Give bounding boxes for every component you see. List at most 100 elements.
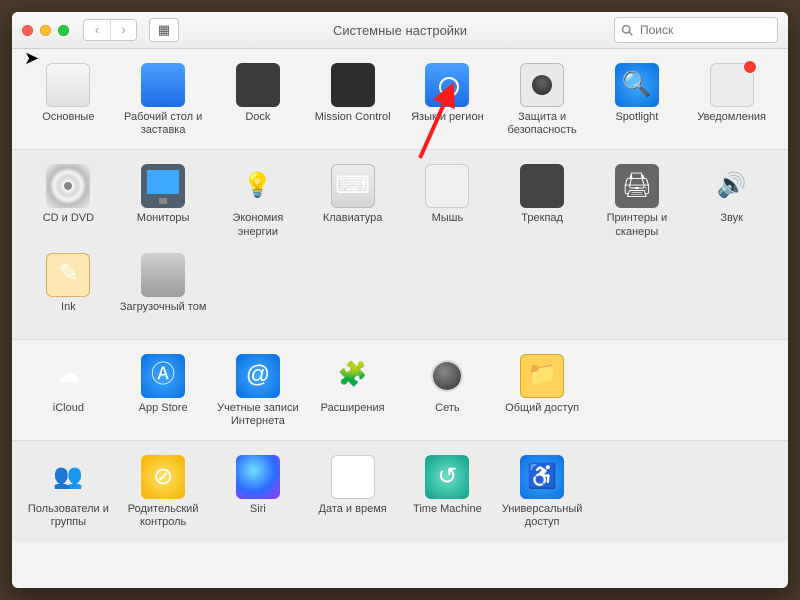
appstore-icon: Ⓐ <box>141 354 185 398</box>
pref-label: Mission Control <box>315 111 391 137</box>
preferences-row: ОсновныеРабочий стол и заставкаDock Missi… <box>12 49 788 149</box>
zoom-button[interactable] <box>58 25 69 36</box>
pref-label: Рабочий стол и заставка <box>117 111 210 137</box>
siri-icon <box>236 455 280 499</box>
preferences-row: CD и DVD Мониторы 💡 Экономия энергии ⌨ Клавиа… <box>12 149 788 338</box>
speaker-icon: 🔊 <box>710 164 754 208</box>
display-icon <box>141 164 185 208</box>
printer-icon: 🖨 <box>615 164 659 208</box>
preferences-row: ☁ iCloud ⒶApp Store @ Учетные записи Интерне… <box>12 339 788 440</box>
pref-sharing[interactable]: 📁 Общий доступ <box>496 350 589 434</box>
parental-icon: ⊘ <box>141 455 185 499</box>
close-button[interactable] <box>22 25 33 36</box>
pref-label: Принтеры и сканеры <box>591 212 684 238</box>
pref-general[interactable]: Основные <box>22 59 115 143</box>
pref-displays[interactable]: Мониторы <box>117 160 210 244</box>
magnifier-icon: 🔍 <box>615 63 659 107</box>
pref-accounts[interactable]: @ Учетные записи Интернета <box>212 350 305 434</box>
pref-label: Мониторы <box>137 212 190 238</box>
pref-network[interactable]: Сеть <box>401 350 494 434</box>
pref-printers[interactable]: 🖨 Принтеры и сканеры <box>591 160 684 244</box>
pref-label: Мышь <box>432 212 464 238</box>
flag-icon <box>425 63 469 107</box>
pref-icloud[interactable]: ☁ iCloud <box>22 350 115 434</box>
pref-notifications[interactable]: Уведомления <box>685 59 778 143</box>
pref-timemachine[interactable]: ↺ Time Machine <box>401 451 494 535</box>
search-field[interactable] <box>614 17 778 43</box>
pref-trackpad[interactable]: Трекпад <box>496 160 589 244</box>
trackpad-icon <box>520 164 564 208</box>
pref-extensions[interactable]: 🧩 Расширения <box>306 350 399 434</box>
search-icon <box>621 24 633 36</box>
pref-dock[interactable]: Dock <box>212 59 305 143</box>
accessibility-icon: ♿ <box>520 455 564 499</box>
pref-label: Уведомления <box>697 111 766 137</box>
pref-label: Трекпад <box>521 212 563 238</box>
pref-parental[interactable]: ⊘Родительский контроль <box>117 451 210 535</box>
pref-label: Загрузочный том <box>120 301 207 327</box>
pref-accessibility[interactable]: ♿ Универсальный доступ <box>496 451 589 535</box>
pref-label: Дата и время <box>319 503 387 529</box>
general-icon <box>46 63 90 107</box>
time-machine-icon: ↺ <box>425 455 469 499</box>
pref-label: Расширения <box>321 402 385 428</box>
bell-icon <box>710 63 754 107</box>
pref-sound[interactable]: 🔊Звук <box>685 160 778 244</box>
pref-mission[interactable]: Mission Control <box>306 59 399 143</box>
mission-control-icon <box>331 63 375 107</box>
pref-label: Ink <box>61 301 76 327</box>
mouse-icon <box>425 164 469 208</box>
pref-mouse[interactable]: Мышь <box>401 160 494 244</box>
pref-label: Пользователи и группы <box>22 503 115 529</box>
forward-button[interactable]: › <box>110 20 136 40</box>
disc-icon <box>46 164 90 208</box>
pref-label: Экономия энергии <box>212 212 305 238</box>
bulb-icon: 💡 <box>236 164 280 208</box>
pref-keyboard[interactable]: ⌨ Клавиатура <box>306 160 399 244</box>
back-button[interactable]: ‹ <box>84 20 110 40</box>
search-input[interactable] <box>638 22 762 38</box>
desktop-icon <box>141 63 185 107</box>
folder-share-icon: 📁 <box>520 354 564 398</box>
pref-siri[interactable]: Siri <box>212 451 305 535</box>
pref-ink[interactable]: ✎Ink <box>22 249 115 333</box>
at-sign-icon: @ <box>236 354 280 398</box>
pref-label: CD и DVD <box>43 212 94 238</box>
pref-label: Универсальный доступ <box>496 503 589 529</box>
pref-label: Учетные записи Интернета <box>212 402 305 428</box>
startup-disk-icon <box>141 253 185 297</box>
grid-icon: ▦ <box>158 22 170 38</box>
pref-users[interactable]: 👥 Пользователи и группы <box>22 451 115 535</box>
vault-icon <box>520 63 564 107</box>
pref-appstore[interactable]: ⒶApp Store <box>117 350 210 434</box>
pref-energy[interactable]: 💡 Экономия энергии <box>212 160 305 244</box>
pref-label: Spotlight <box>615 111 658 137</box>
puzzle-icon: 🧩 <box>331 354 375 398</box>
pref-spotlight[interactable]: 🔍 Spotlight <box>591 59 684 143</box>
pref-desktop[interactable]: Рабочий стол и заставка <box>117 59 210 143</box>
pref-language[interactable]: Язык и регион <box>401 59 494 143</box>
pref-label: Siri <box>250 503 266 529</box>
cloud-icon: ☁ <box>46 354 90 398</box>
users-icon: 👥 <box>46 455 90 499</box>
calendar-icon: 18 <box>331 455 375 499</box>
minimize-button[interactable] <box>40 25 51 36</box>
pref-datetime[interactable]: 18 Дата и время <box>306 451 399 535</box>
dock-icon <box>236 63 280 107</box>
keyboard-icon: ⌨ <box>331 164 375 208</box>
pref-label: Time Machine <box>413 503 482 529</box>
show-all-button[interactable]: ▦ <box>149 18 179 42</box>
pref-cddvd[interactable]: CD и DVD <box>22 160 115 244</box>
pref-label: Сеть <box>435 402 459 428</box>
pref-label: Общий доступ <box>505 402 579 428</box>
pref-label: Клавиатура <box>323 212 383 238</box>
globe-icon <box>425 354 469 398</box>
pref-startup[interactable]: Загрузочный том <box>117 249 210 333</box>
pref-label: iCloud <box>53 402 84 428</box>
notification-badge <box>743 60 757 74</box>
nav-buttons: ‹ › <box>83 19 137 41</box>
preferences-grid: ОсновныеРабочий стол и заставкаDock Missi… <box>12 49 788 588</box>
system-preferences-window: ‹ › ▦ Системные настройки ОсновныеРабочи… <box>12 12 788 588</box>
window-controls <box>22 25 69 36</box>
pref-security[interactable]: Защита и безопасность <box>496 59 589 143</box>
